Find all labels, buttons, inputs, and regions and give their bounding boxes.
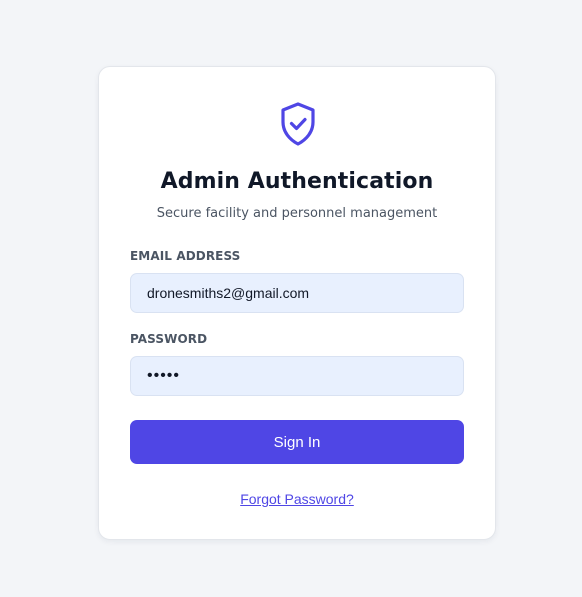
page-subtitle: Secure facility and personnel management	[156, 206, 438, 221]
login-card: Admin Authentication Secure facility and…	[98, 66, 496, 540]
page-title: Admin Authentication	[160, 169, 434, 194]
forgot-password-link[interactable]: Forgot Password?	[99, 491, 495, 507]
password-field[interactable]	[130, 356, 464, 396]
email-field[interactable]	[130, 273, 464, 313]
page: Admin Authentication Secure facility and…	[0, 0, 582, 597]
shield-check-icon	[281, 102, 315, 146]
password-label: PASSWORD	[130, 332, 208, 346]
sign-in-button[interactable]: Sign In	[130, 420, 464, 464]
email-label: EMAIL ADDRESS	[130, 249, 241, 263]
